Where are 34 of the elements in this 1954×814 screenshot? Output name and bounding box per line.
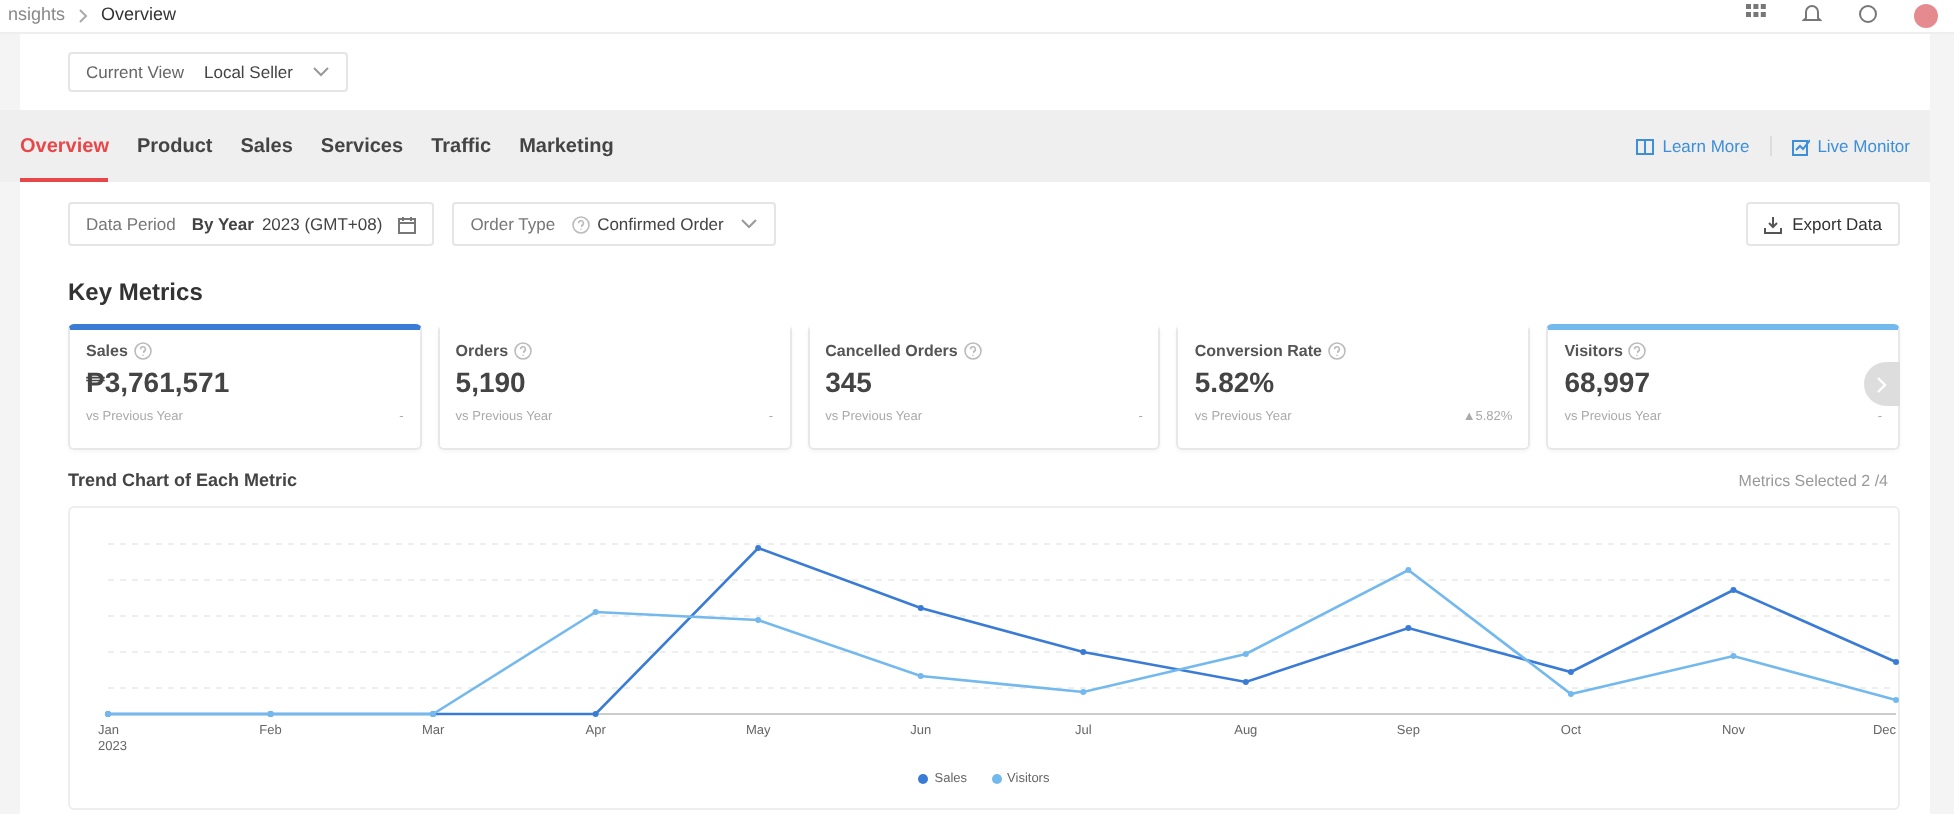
tab[interactable]: Sales <box>240 110 293 182</box>
tab[interactable]: Services <box>320 110 404 182</box>
export-data-button[interactable]: Export Data <box>1746 202 1900 246</box>
chart-icon <box>1791 137 1810 155</box>
download-icon <box>1764 215 1783 233</box>
metric-name: Sales <box>86 342 128 360</box>
tab[interactable]: Marketing <box>519 110 614 182</box>
current-view-dropdown[interactable]: Current View Local Seller <box>68 52 349 92</box>
metric-value: 5,190 <box>455 366 528 398</box>
bell-icon[interactable] <box>1802 4 1822 24</box>
calendar-icon <box>398 215 417 233</box>
section-title: Key Metrics <box>68 278 205 306</box>
metric-value: 68,997 <box>1564 366 1653 398</box>
breadcrumb-item[interactable]: Overview <box>101 2 177 28</box>
metric-name: Conversion Rate <box>1194 342 1322 360</box>
book-icon <box>1636 137 1655 155</box>
metric-value: 5.82% <box>1194 366 1277 398</box>
caret-icon <box>312 66 331 78</box>
caret-icon <box>739 218 758 230</box>
data-period-picker[interactable]: Data Period By Year 2023 (GMT+08) <box>68 202 435 246</box>
metric-name: Visitors <box>1564 342 1623 360</box>
order-type-dropdown[interactable]: Order Type Confirmed Order <box>452 202 776 246</box>
breadcrumb-item[interactable]: nsights <box>8 2 66 28</box>
chevron-right-icon <box>77 7 90 23</box>
metric-value: ₱3,761,571 <box>86 366 232 398</box>
tab[interactable]: Product <box>136 110 213 182</box>
tab[interactable]: Traffic <box>431 110 492 182</box>
metric-value: 345 <box>825 366 874 398</box>
metrics-selected-label: Metrics Selected 2 /4 <box>1738 471 1888 489</box>
chevron-right-icon <box>1876 375 1888 393</box>
metric-name: Orders <box>455 342 509 360</box>
avatar[interactable] <box>1914 4 1938 28</box>
chart-title: Trend Chart of Each Metric <box>68 470 298 490</box>
metric-name: Cancelled Orders <box>825 342 958 360</box>
